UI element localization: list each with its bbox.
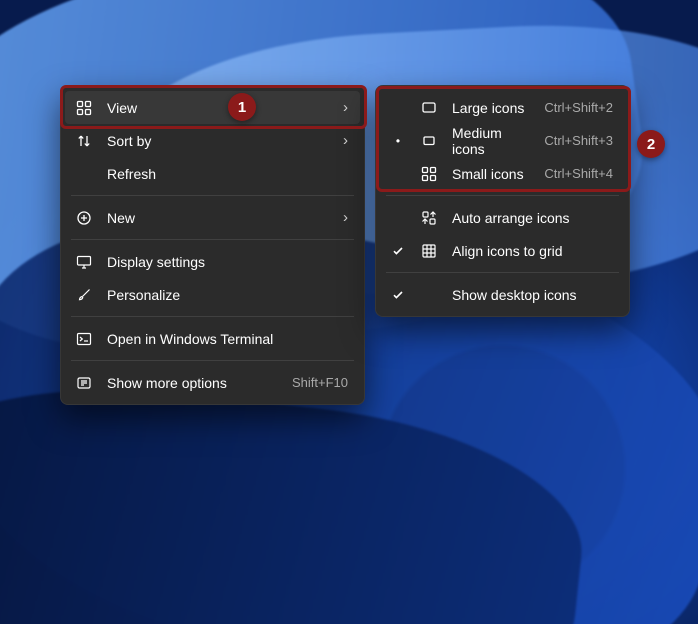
submenu-item-label: Align icons to grid [452, 243, 613, 259]
brush-icon [75, 286, 93, 304]
display-icon [75, 253, 93, 271]
menu-item-new[interactable]: New › [65, 201, 360, 234]
menu-separator [386, 272, 619, 273]
menu-item-show-more-options[interactable]: Show more options Shift+F10 [65, 366, 360, 399]
menu-separator [71, 316, 354, 317]
chevron-right-icon: › [343, 100, 348, 115]
grid-icon [75, 99, 93, 117]
menu-item-sort-by[interactable]: Sort by › [65, 124, 360, 157]
terminal-icon [75, 330, 93, 348]
menu-separator [386, 195, 619, 196]
sort-icon [75, 132, 93, 150]
menu-item-label: Display settings [107, 254, 348, 270]
submenu-item-label: Show desktop icons [452, 287, 613, 303]
menu-item-label: Sort by [107, 133, 329, 149]
menu-item-label: Show more options [107, 375, 278, 391]
menu-item-shortcut: Shift+F10 [292, 375, 348, 390]
menu-item-label: View [107, 100, 329, 116]
submenu-item-label: Large icons [452, 100, 530, 116]
menu-separator [71, 239, 354, 240]
menu-item-label: Refresh [107, 166, 348, 182]
blank-icon [75, 165, 93, 183]
submenu-item-shortcut: Ctrl+Shift+4 [544, 166, 613, 181]
submenu-item-shortcut: Ctrl+Shift+3 [544, 133, 613, 148]
plus-circle-icon [75, 209, 93, 227]
menu-item-refresh[interactable]: Refresh [65, 157, 360, 190]
chevron-right-icon: › [343, 133, 348, 148]
submenu-item-align-to-grid[interactable]: Align icons to grid [380, 234, 625, 267]
menu-item-label: New [107, 210, 329, 226]
menu-separator [71, 195, 354, 196]
menu-separator [71, 360, 354, 361]
large-icons-icon [420, 99, 438, 117]
menu-item-label: Personalize [107, 287, 348, 303]
submenu-item-small-icons[interactable]: Small icons Ctrl+Shift+4 [380, 157, 625, 190]
chevron-right-icon: › [343, 210, 348, 225]
small-icons-icon [420, 165, 438, 183]
submenu-item-label: Medium icons [452, 125, 530, 157]
submenu-item-label: Small icons [452, 166, 530, 182]
more-options-icon [75, 374, 93, 392]
annotation-badge-step2: 2 [637, 130, 665, 158]
menu-item-label: Open in Windows Terminal [107, 331, 348, 347]
check-indicator-checked [390, 289, 406, 301]
check-indicator-checked [390, 245, 406, 257]
submenu-item-auto-arrange[interactable]: Auto arrange icons [380, 201, 625, 234]
auto-arrange-icon [420, 209, 438, 227]
menu-item-personalize[interactable]: Personalize [65, 278, 360, 311]
view-submenu: Large icons Ctrl+Shift+2 • Medium icons … [375, 85, 630, 317]
submenu-item-medium-icons[interactable]: • Medium icons Ctrl+Shift+3 [380, 124, 625, 157]
submenu-item-large-icons[interactable]: Large icons Ctrl+Shift+2 [380, 91, 625, 124]
menu-item-display-settings[interactable]: Display settings [65, 245, 360, 278]
menu-item-view[interactable]: View › [65, 91, 360, 124]
radio-indicator-selected: • [390, 134, 406, 148]
menu-item-open-terminal[interactable]: Open in Windows Terminal [65, 322, 360, 355]
submenu-item-show-desktop-icons[interactable]: Show desktop icons [380, 278, 625, 311]
medium-icons-icon [420, 132, 438, 150]
desktop-context-menu: View › Sort by › Refresh New › D [60, 85, 365, 405]
align-grid-icon [420, 242, 438, 260]
submenu-item-label: Auto arrange icons [452, 210, 613, 226]
submenu-item-shortcut: Ctrl+Shift+2 [544, 100, 613, 115]
blank-icon [420, 286, 438, 304]
